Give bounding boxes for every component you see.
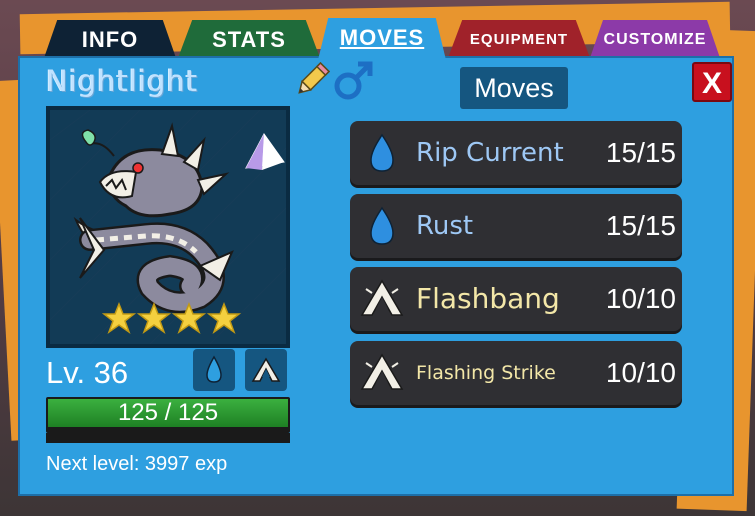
pet-name: Nightlight xyxy=(46,64,199,98)
light-icon xyxy=(360,353,404,390)
move-name: Rip Current xyxy=(416,138,564,168)
type-badge-water xyxy=(193,349,235,391)
tab-customize[interactable]: CUSTOMIZE xyxy=(590,20,720,58)
close-button[interactable]: X xyxy=(692,62,732,102)
star-rating xyxy=(102,302,242,336)
pet-level: Lv. 36 xyxy=(46,355,129,390)
move-card-flashbang[interactable]: Flashbang 10/10 xyxy=(350,267,682,331)
light-icon xyxy=(360,279,404,316)
tab-equipment[interactable]: EQUIPMENT xyxy=(448,20,590,58)
tab-moves[interactable]: MOVES xyxy=(318,18,446,60)
move-pp: 10/10 xyxy=(605,283,676,314)
tab-customize-label: CUSTOMIZE xyxy=(603,31,707,48)
water-drop-icon xyxy=(370,133,394,172)
light-icon xyxy=(251,357,281,382)
water-drop-icon xyxy=(206,355,222,383)
move-name: Flashbang xyxy=(416,282,560,315)
moves-title: Moves xyxy=(460,67,568,109)
move-pp: 15/15 xyxy=(605,210,676,241)
tab-moves-label: MOVES xyxy=(339,25,425,50)
type-badge-light xyxy=(245,349,287,391)
pencil-icon[interactable] xyxy=(292,60,332,100)
tab-info-label: INFO xyxy=(81,27,139,52)
tab-stats[interactable]: STATS xyxy=(178,20,320,58)
pet-portrait xyxy=(46,106,290,348)
move-name: Flashing Strike xyxy=(416,362,556,384)
move-pp: 15/15 xyxy=(605,137,676,168)
exp-bar xyxy=(46,433,290,443)
hp-bar: 125 / 125 xyxy=(46,397,290,433)
move-card-rust[interactable]: Rust 15/15 xyxy=(350,194,682,258)
move-card-flashing-strike[interactable]: Flashing Strike 10/10 xyxy=(350,341,682,405)
hp-text: 125 / 125 xyxy=(117,399,219,426)
tab-stats-label: STATS xyxy=(212,27,286,52)
move-card-rip-current[interactable]: Rip Current 15/15 xyxy=(350,121,682,185)
stars-icon xyxy=(102,302,242,334)
move-name: Rust xyxy=(416,211,474,241)
next-level-text: Next level: 3997 exp xyxy=(46,453,228,475)
tab-info[interactable]: INFO xyxy=(44,20,176,58)
move-pp: 10/10 xyxy=(605,357,676,388)
water-drop-icon xyxy=(370,206,394,245)
male-symbol-icon xyxy=(334,61,373,100)
tab-equipment-label: EQUIPMENT xyxy=(469,31,569,48)
